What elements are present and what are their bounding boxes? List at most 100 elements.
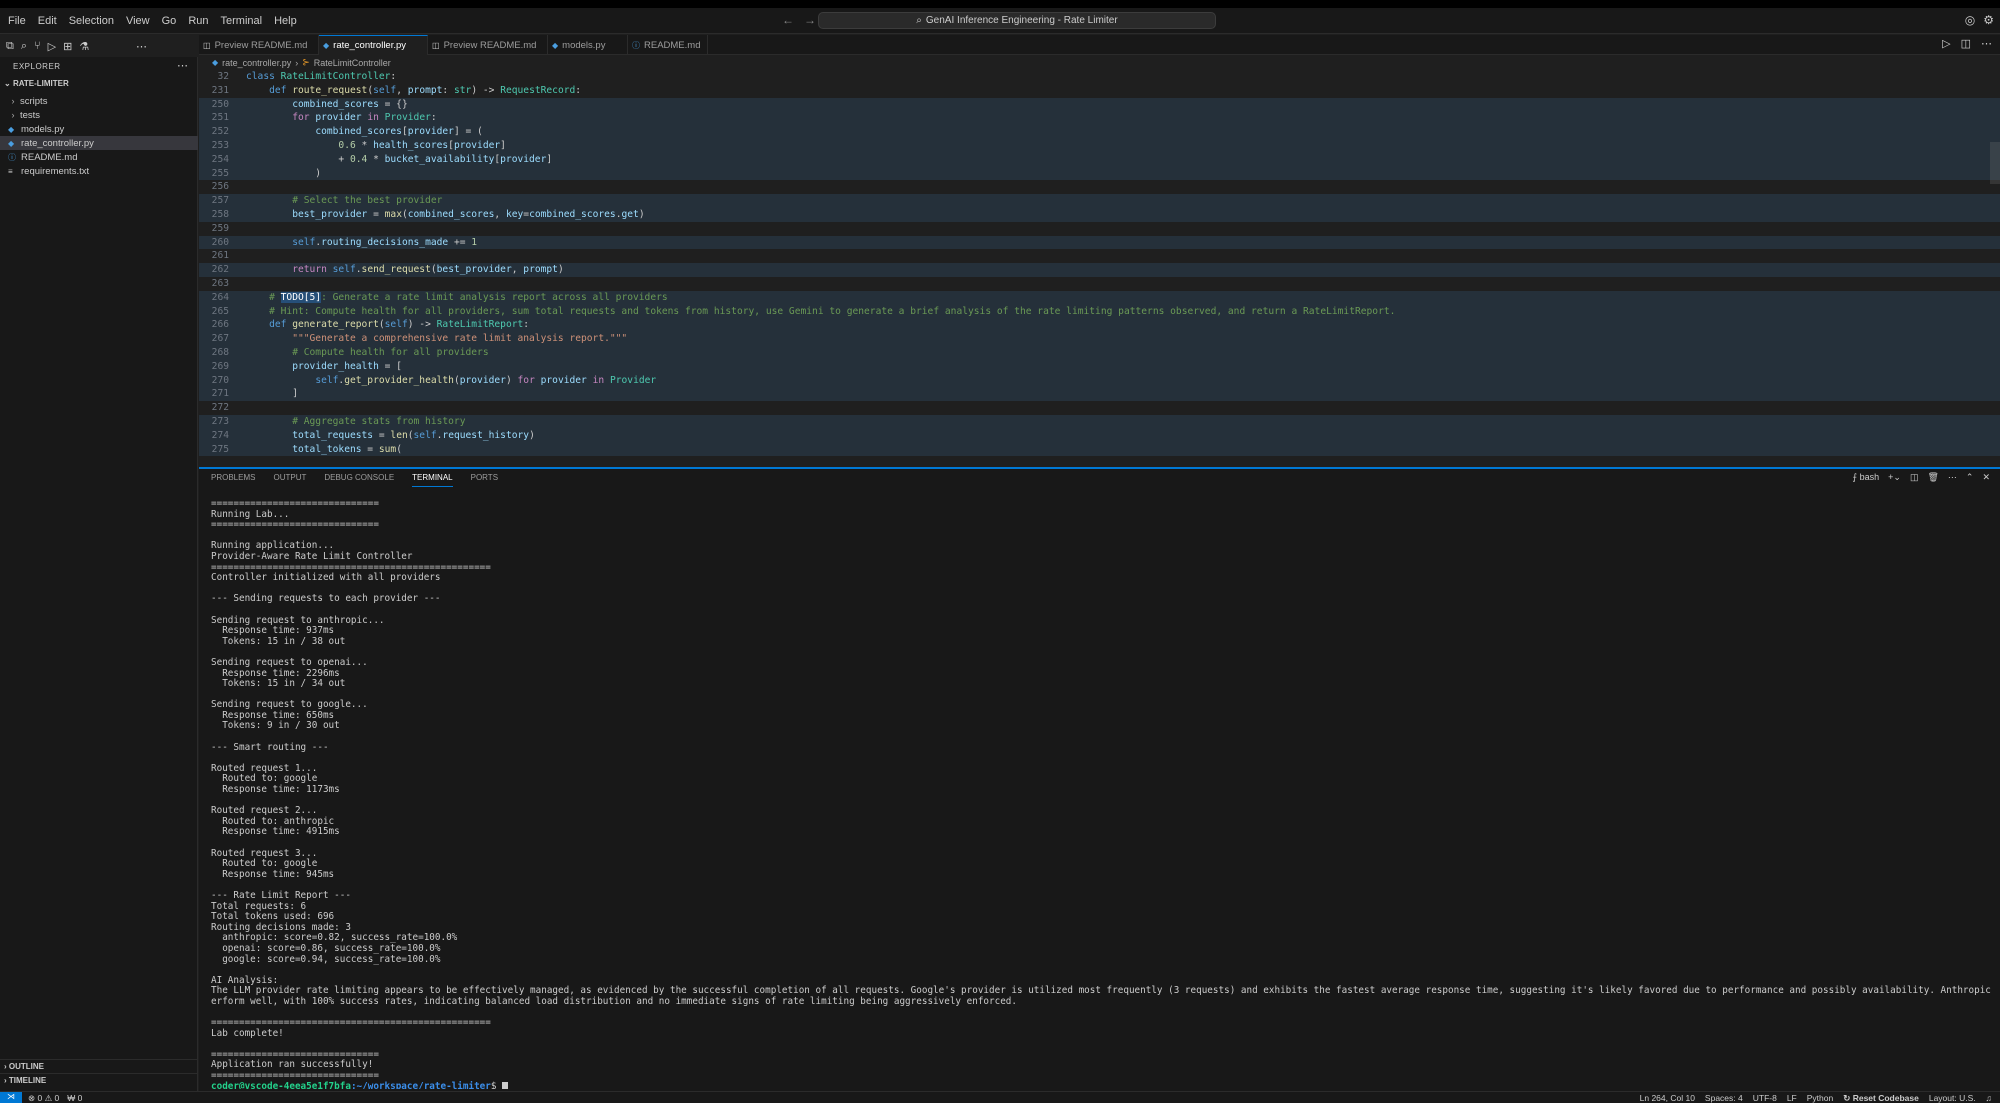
code-line[interactable]: 270 self.get_provider_health(provider) f… [199,373,2000,388]
source-control-icon[interactable]: ⑂ [34,40,41,52]
remote-indicator-icon[interactable]: ⋊ [0,1092,22,1103]
breadcrumb-file[interactable]: rate_controller.py [222,58,291,68]
root-folder-rate-limiter[interactable]: ⌄ RATE-LIMITER [4,79,69,88]
code-line[interactable]: 260 self.routing_decisions_made += 1 [199,235,2000,250]
split-editor-icon[interactable]: ◫ [1961,37,1971,50]
code-line[interactable]: 268 # Compute health for all providers [199,346,2000,360]
breadcrumb-symbol[interactable]: RateLimitController [314,58,391,68]
tab-debug-console[interactable]: DEBUG CONSOLE [324,473,394,487]
account-icon[interactable]: ◎ [1965,13,1975,27]
run-debug-icon[interactable]: ▷ [48,40,56,53]
trash-icon[interactable]: 🗑 [1927,472,1938,483]
menu-terminal[interactable]: Terminal [221,15,263,27]
notifications-icon[interactable]: ♫ [1986,1093,1992,1103]
tab-readme[interactable]: ⓘ README.md [628,35,708,55]
code-line[interactable]: 231 def route_request(self, prompt: str)… [199,84,2000,98]
back-arrow-icon[interactable]: ← [782,13,794,27]
tree-item-scripts[interactable]: › scripts [0,94,198,108]
code-editor[interactable]: 32 class RateLimitController: 231 def rout… [199,70,2000,467]
reset-codebase-button[interactable]: ↻ Reset Codebase [1843,1093,1919,1103]
encoding[interactable]: UTF-8 [1753,1093,1777,1103]
terminal-prompt[interactable]: coder@vscode-4eea5e1f7bfa:~/workspace/ra… [211,1081,1991,1089]
code-line[interactable]: 274 total_requests = len(self.request_hi… [199,428,2000,443]
end-of-line[interactable]: LF [1787,1093,1797,1103]
code-line[interactable]: 264 # TODO[5]: Generate a rate limit ana… [199,290,2000,305]
ports-status[interactable]: ₩ 0 [67,1093,82,1103]
code-line[interactable]: 254 + 0.4 * bucket_availability[provider… [199,152,2000,167]
tab-output[interactable]: OUTPUT [273,473,306,487]
tree-item-requirements-txt[interactable]: ≡ requirements.txt [0,164,198,178]
maximize-panel-icon[interactable]: ⌃ [1966,472,1974,483]
run-icon[interactable]: ▷ [1942,37,1950,50]
more-actions-icon[interactable]: ⋯ [1948,472,1957,483]
tree-item-tests[interactable]: › tests [0,108,198,122]
tab-models-py[interactable]: ◆ models.py [548,35,628,55]
code-line[interactable]: 263 [199,277,2000,291]
keyboard-layout[interactable]: Layout: U.S. [1929,1093,1976,1103]
code-line[interactable]: 266 def generate_report(self) -> RateLim… [199,318,2000,333]
tree-item-readme-md[interactable]: ⓘ README.md [0,150,198,164]
menu-view[interactable]: View [126,15,150,27]
gear-icon[interactable]: ⚙ [1983,13,1994,27]
tab-rate-controller[interactable]: ◆ rate_controller.py [319,35,428,55]
code-line[interactable]: 273 # Aggregate stats from history [199,415,2000,429]
explorer-more-icon[interactable]: ⋯ [177,59,188,72]
close-panel-icon[interactable]: ✕ [1982,472,1990,483]
timeline-section[interactable]: › TIMELINE [0,1073,198,1087]
new-terminal-icon[interactable]: +⌄ [1888,472,1901,483]
outline-section[interactable]: › OUTLINE [0,1059,198,1073]
search-view-icon[interactable]: ⌕ [21,40,27,53]
tab-terminal[interactable]: TERMINAL [412,473,453,487]
code-line[interactable]: 32 class RateLimitController: [199,70,2000,84]
code-line[interactable]: 253 0.6 * health_scores[provider] [199,139,2000,153]
menu-file[interactable]: File [8,15,26,27]
more-actions-icon[interactable]: ⋯ [136,40,147,53]
indentation[interactable]: Spaces: 4 [1705,1093,1743,1103]
code-line[interactable]: 255 ) [199,166,2000,181]
problems-status[interactable]: ⊗ 0 ⚠ 0 [28,1093,59,1103]
terminal-selector[interactable]: ⨍ bash [1852,472,1879,483]
bottom-panel: PROBLEMS OUTPUT DEBUG CONSOLE TERMINAL P… [199,469,2000,1091]
language-mode[interactable]: Python [1807,1093,1833,1103]
terminal-output[interactable]: ============================== Running La… [211,499,1991,1089]
forward-arrow-icon[interactable]: → [804,13,816,27]
code-line[interactable]: 257 # Select the best provider [199,194,2000,208]
code-line[interactable]: 256 [199,180,2000,194]
menu-run[interactable]: Run [188,15,208,27]
code-line[interactable]: 275 total_tokens = sum( [199,442,2000,457]
editor-scrollbar-thumb[interactable] [1990,142,2000,184]
code-line[interactable]: 250 combined_scores = {} [199,97,2000,112]
tab-preview-readme-2[interactable]: ◫ Preview README.md [428,35,548,55]
panel-tabs: PROBLEMS OUTPUT DEBUG CONSOLE TERMINAL P… [211,473,498,487]
code-line[interactable]: 251 for provider in Provider: [199,111,2000,126]
code-line[interactable]: 265 # Hint: Compute health for all provi… [199,304,2000,319]
split-terminal-icon[interactable]: ◫ [1910,472,1919,483]
code-line[interactable]: 258 best_provider = max(combined_scores,… [199,208,2000,222]
code-line[interactable]: 252 combined_scores[provider] = ( [199,125,2000,139]
code-line[interactable]: 269 provider_health = [ [199,359,2000,374]
tab-preview-readme[interactable]: ◫ Preview README.md [199,35,319,55]
code-line[interactable]: 261 [199,249,2000,263]
code-line[interactable]: 259 [199,222,2000,236]
code-line[interactable]: 262 return self.send_request(best_provid… [199,263,2000,277]
class-symbol-icon: ⊱ [302,57,310,67]
tab-ports[interactable]: PORTS [471,473,498,487]
line-number: 255 [211,167,229,179]
testing-icon[interactable]: ⚗ [79,40,89,53]
code-line[interactable]: 267 """Generate a comprehensive rate lim… [199,332,2000,346]
menu-help[interactable]: Help [274,15,297,27]
tree-item-models-py[interactable]: ◆ models.py [0,122,198,136]
tab-problems[interactable]: PROBLEMS [211,473,255,487]
extensions-icon[interactable]: ⊞ [63,40,72,53]
cursor-position[interactable]: Ln 264, Col 10 [1640,1093,1695,1103]
tree-item-rate-controller-py[interactable]: ◆ rate_controller.py [0,136,198,150]
menu-edit[interactable]: Edit [38,15,57,27]
code-line[interactable]: 271 ] [199,387,2000,402]
more-actions-icon[interactable]: ⋯ [1981,37,1992,50]
menu-go[interactable]: Go [162,15,177,27]
menu-selection[interactable]: Selection [69,15,114,27]
command-center-search[interactable]: ⌕ GenAI Inference Engineering - Rate Lim… [818,12,1216,29]
explorer-icon[interactable]: ⧉ [6,40,14,53]
code-line[interactable]: 272 [199,401,2000,415]
